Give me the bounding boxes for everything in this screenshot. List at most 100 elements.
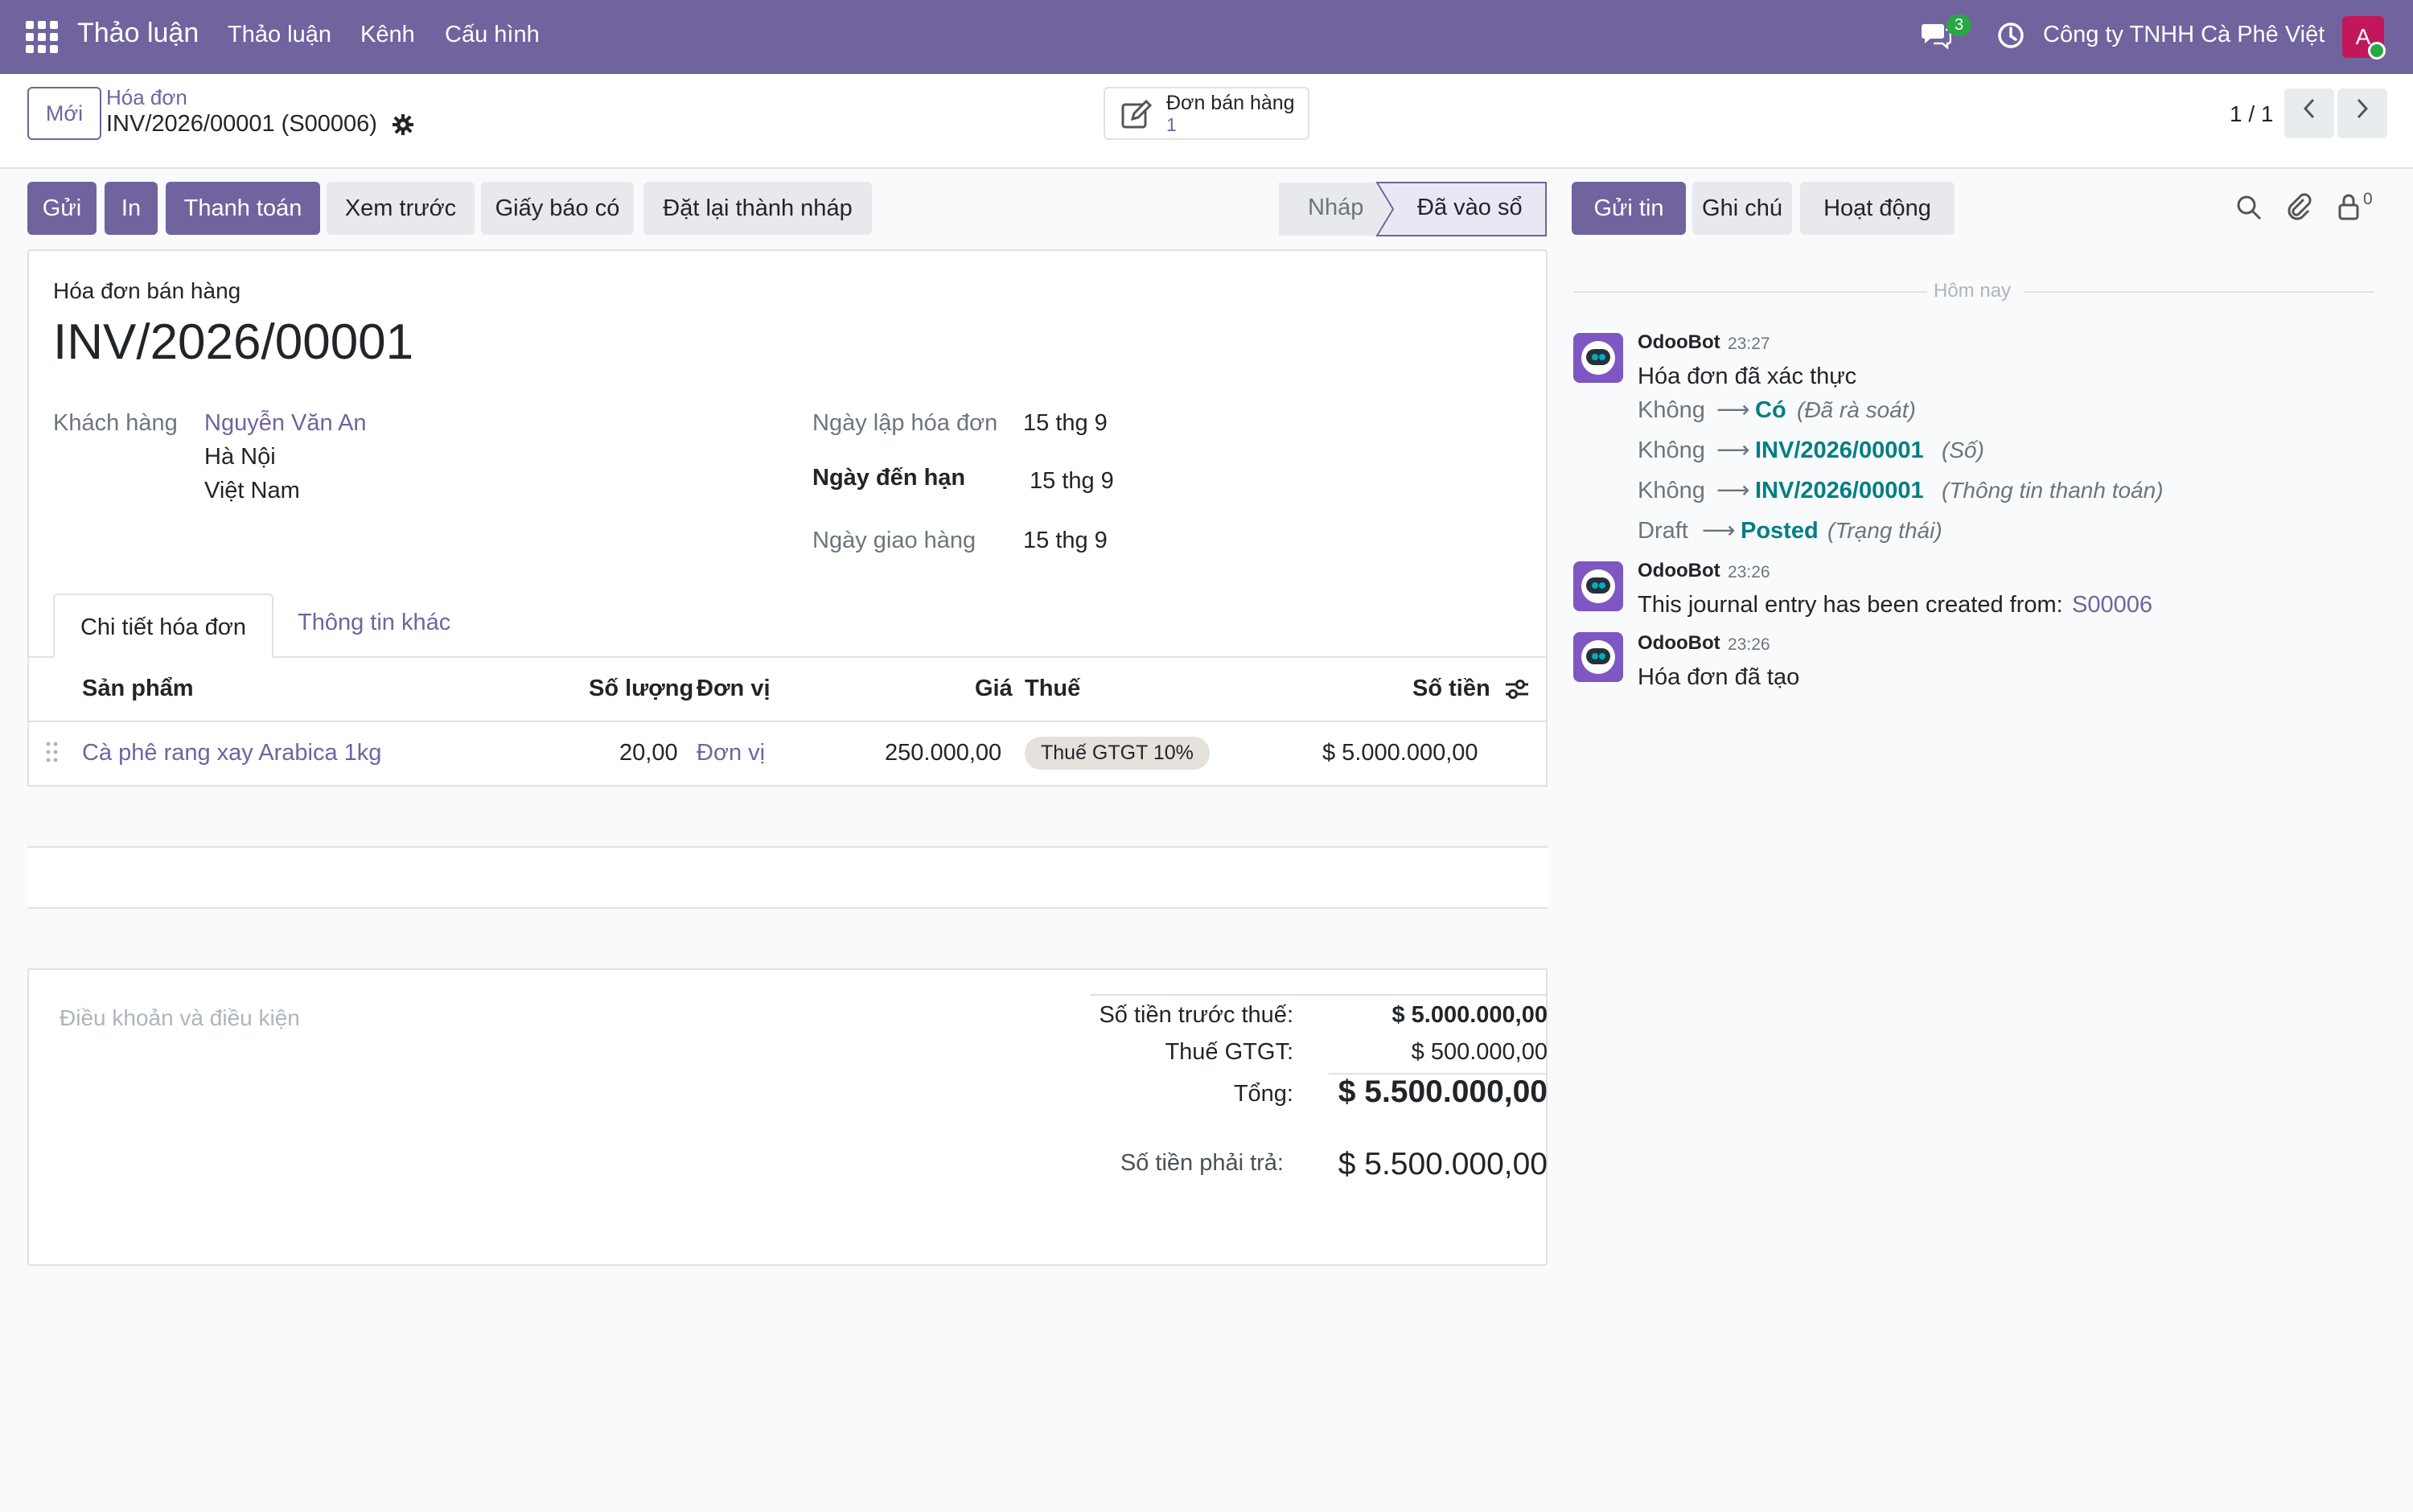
delivery-date-value[interactable]: 15 thg 9 (1023, 528, 1108, 554)
breadcrumb-current: INV/2026/00001 (S00006) (106, 111, 377, 137)
invoice-date-value[interactable]: 15 thg 9 (1023, 410, 1108, 437)
message-author[interactable]: OdooBot (1638, 632, 1720, 655)
empty-row (27, 848, 1548, 909)
arrow-right-icon: ⟶ (1716, 397, 1750, 423)
follower-count: 0 (2363, 190, 2373, 208)
tracking-new-value: Posted (1741, 518, 1819, 544)
menu-discuss[interactable]: Thảo luận (228, 22, 331, 48)
col-uom[interactable]: Đơn vị (697, 676, 771, 702)
col-amount[interactable]: Số tiền (1412, 676, 1490, 702)
breadcrumb-parent[interactable]: Hóa đơn (106, 85, 187, 110)
line-quantity[interactable]: 20,00 (619, 740, 678, 766)
chevron-left-icon (2303, 98, 2315, 119)
company-switcher[interactable]: Công ty TNHH Cà Phê Việt (2043, 22, 2325, 48)
sale-order-link[interactable]: S00006 (2072, 592, 2152, 618)
gear-icon[interactable] (391, 113, 415, 142)
send-message-button[interactable]: Gửi tin (1572, 182, 1686, 235)
register-payment-button[interactable]: Thanh toán (166, 182, 320, 235)
untaxed-value: $ 5.000.000,00 (1391, 1002, 1548, 1028)
tracking-field: (Trạng thái) (1827, 518, 1942, 543)
arrow-right-icon: ⟶ (1716, 438, 1750, 463)
status-posted[interactable]: Đã vào sổ (1417, 195, 1523, 221)
edit-icon (1121, 99, 1153, 134)
vat-value: $ 500.000,00 (1411, 1039, 1548, 1065)
search-icon[interactable] (2236, 195, 2262, 224)
message-time: 23:26 (1728, 635, 1770, 654)
amount-due-label: Số tiền phải trả: (1120, 1150, 1284, 1176)
menu-channels[interactable]: Kênh (360, 22, 415, 48)
app-brand[interactable]: Thảo luận (77, 18, 199, 49)
line-tax-badge[interactable]: Thuế GTGT 10% (1025, 737, 1210, 770)
column-settings-icon[interactable] (1504, 677, 1530, 705)
due-date-label: Ngày đến hạn (812, 465, 966, 491)
pager-previous-button[interactable] (2284, 88, 2334, 138)
new-button[interactable]: Mới (27, 87, 101, 140)
log-note-button[interactable]: Ghi chú (1692, 182, 1792, 235)
activities-button[interactable]: Hoạt động (1800, 182, 1955, 235)
message-author[interactable]: OdooBot (1638, 331, 1720, 354)
control-panel: Mới Hóa đơn INV/2026/00001 (S00006) Đơn … (0, 74, 2413, 169)
tracking-field: (Số) (1942, 438, 1984, 462)
total-label: Tổng: (1233, 1081, 1293, 1107)
chevron-right-icon (2357, 98, 2369, 119)
customer-name-link[interactable]: Nguyễn Văn An (204, 410, 367, 437)
line-amount: $ 5.000.000,00 (1322, 740, 1478, 766)
total-value: $ 5.500.000,00 (1338, 1074, 1548, 1109)
invoice-date-label: Ngày lập hóa đơn (812, 410, 998, 436)
amount-due-value: $ 5.500.000,00 (1338, 1147, 1548, 1181)
col-quantity[interactable]: Số lượng (589, 676, 693, 702)
today-separator: Hôm nay (1934, 280, 2012, 302)
status-draft[interactable]: Nháp (1308, 195, 1363, 221)
apps-menu-icon[interactable] (26, 21, 58, 53)
tracking-old-value: Không (1638, 478, 1705, 503)
col-product[interactable]: Sản phẩm (82, 676, 194, 702)
preview-button[interactable]: Xem trước (327, 182, 475, 235)
followers-lock-icon[interactable] (2337, 193, 2360, 224)
message-time: 23:27 (1728, 335, 1770, 353)
top-navbar: Thảo luận Thảo luận Kênh Cấu hình 3 Công… (0, 0, 2413, 74)
menu-configuration[interactable]: Cấu hình (445, 22, 540, 48)
odoobot-avatar[interactable] (1573, 632, 1623, 682)
tracking-field: (Thông tin thanh toán) (1942, 478, 2164, 503)
print-button[interactable]: In (105, 182, 158, 235)
totals-divider (1091, 994, 1548, 996)
message-author[interactable]: OdooBot (1638, 560, 1720, 582)
tracking-new-value: INV/2026/00001 (1755, 438, 1924, 463)
arrow-right-icon: ⟶ (1716, 478, 1750, 503)
tab-other-info[interactable]: Thông tin khác (298, 610, 450, 636)
activity-clock-icon[interactable] (1996, 21, 2025, 54)
tracking-field: (Đã rà soát) (1797, 397, 1916, 422)
empty-row (27, 787, 1548, 848)
vat-label: Thuế GTGT: (1165, 1039, 1293, 1065)
send-button[interactable]: Gửi (27, 182, 97, 235)
sale-order-smart-button[interactable]: Đơn bán hàng 1 (1104, 87, 1309, 140)
tracking-new-value: INV/2026/00001 (1755, 478, 1924, 503)
credit-note-button[interactable]: Giấy báo có (481, 182, 634, 235)
pager-value: 1 / 1 (2230, 101, 2274, 126)
line-uom[interactable]: Đơn vị (697, 740, 765, 766)
tracking-old-value: Không (1638, 397, 1705, 423)
document-type: Hóa đơn bán hàng (53, 278, 241, 303)
col-price[interactable]: Giá (975, 676, 1013, 702)
today-divider-right (2024, 291, 2374, 293)
pager-next-button[interactable] (2337, 88, 2387, 138)
tab-invoice-lines[interactable]: Chi tiết hóa đơn (53, 594, 273, 658)
terms-input[interactable]: Điều khoản và điều kiện (60, 1005, 300, 1031)
tracking-new-value: Có (1755, 397, 1786, 423)
odoobot-avatar[interactable] (1573, 333, 1623, 383)
odoobot-avatar[interactable] (1573, 561, 1623, 611)
message-time: 23:26 (1728, 563, 1770, 581)
drag-handle-icon[interactable] (45, 740, 60, 768)
invoice-number: INV/2026/00001 (53, 314, 414, 370)
paperclip-icon[interactable] (2286, 193, 2313, 224)
customer-city: Hà Nội (204, 444, 276, 470)
line-product[interactable]: Cà phê rang xay Arabica 1kg (82, 740, 381, 766)
col-tax[interactable]: Thuế (1025, 676, 1080, 702)
message-body: This journal entry has been created from… (1638, 592, 2063, 618)
table-row-divider (27, 968, 1548, 970)
due-date-value[interactable]: 15 thg 9 (1030, 468, 1114, 495)
today-divider-left (1573, 291, 1927, 293)
untaxed-label: Số tiền trước thuế: (1099, 1002, 1293, 1028)
reset-to-draft-button[interactable]: Đặt lại thành nháp (643, 182, 872, 235)
line-price[interactable]: 250.000,00 (885, 740, 1001, 766)
